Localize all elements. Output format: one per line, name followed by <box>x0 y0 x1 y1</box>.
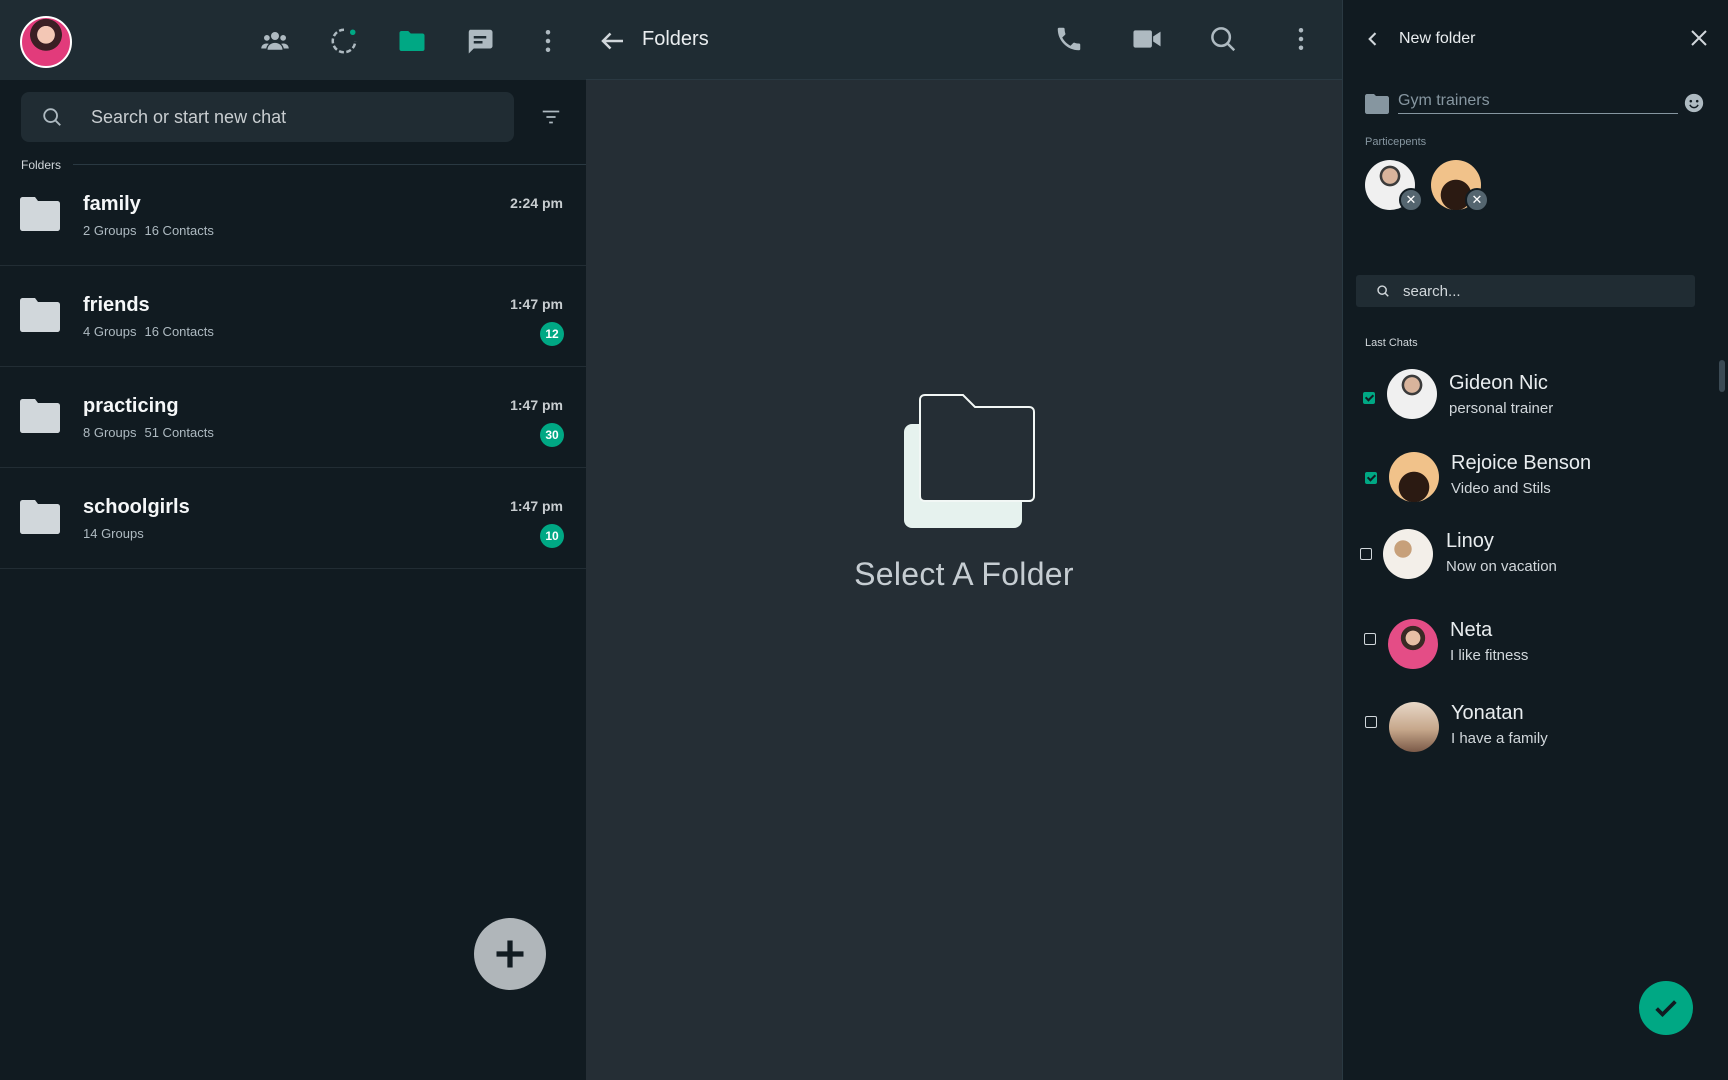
check-icon <box>1655 1000 1677 1018</box>
contact-search <box>1356 275 1695 307</box>
folder-time: 1:47 pm <box>510 498 563 514</box>
phone-icon[interactable] <box>1054 24 1084 54</box>
contact-search-input[interactable] <box>1403 275 1683 307</box>
menu-icon[interactable] <box>533 26 563 56</box>
add-folder-button[interactable] <box>474 918 546 990</box>
sidebar-header <box>0 0 586 80</box>
folder-name: schoolgirls <box>83 496 190 518</box>
contact-row[interactable]: Gideon Nic personal trainer <box>1343 364 1713 434</box>
folder-contacts: 16 Contacts <box>144 324 214 339</box>
page-title: Folders <box>642 28 709 50</box>
search-icon <box>41 106 63 128</box>
folder-icon <box>20 500 60 534</box>
chat-search <box>21 92 514 142</box>
status-icon[interactable] <box>329 26 359 56</box>
contact-name: Rejoice Benson <box>1451 452 1592 474</box>
unread-badge: 12 <box>540 322 564 346</box>
search-icon <box>1376 284 1390 298</box>
contact-row[interactable]: Rejoice Benson Video and Stils <box>1343 444 1713 514</box>
folder-contacts: 16 Contacts <box>144 223 214 238</box>
folder-groups: 14 Groups <box>83 526 144 541</box>
contact-checkbox[interactable] <box>1363 392 1375 404</box>
participant-chip: ✕ <box>1365 160 1423 212</box>
back-arrow-icon[interactable] <box>598 26 628 56</box>
folder-row[interactable]: schoolgirls 14 Groups 1:47 pm 10 <box>0 468 586 569</box>
empty-folder-icon <box>904 394 1044 530</box>
video-call-icon[interactable] <box>1131 24 1163 54</box>
folder-icon <box>20 298 60 332</box>
unread-badge: 30 <box>540 423 564 447</box>
folder-meta: 8 Groups 51 Contacts <box>83 425 214 440</box>
remove-participant-button[interactable]: ✕ <box>1399 188 1423 212</box>
contact-status: personal trainer <box>1449 400 1554 417</box>
folder-row[interactable]: practicing 8 Groups 51 Contacts 1:47 pm 3… <box>0 367 586 468</box>
folder-row[interactable]: friends 4 Groups 16 Contacts 1:47 pm 12 <box>0 266 586 367</box>
chevron-left-icon[interactable] <box>1363 28 1383 50</box>
folder-time: 2:24 pm <box>510 195 563 211</box>
folder-icon <box>20 399 60 433</box>
folder-icon <box>20 197 60 231</box>
emoji-icon[interactable] <box>1683 92 1705 114</box>
folder-meta: 2 Groups 16 Contacts <box>83 223 214 238</box>
avatar <box>1389 452 1439 502</box>
remove-participant-button[interactable]: ✕ <box>1465 188 1489 212</box>
folder-time: 1:47 pm <box>510 296 563 312</box>
chat-icon[interactable] <box>465 26 495 56</box>
contact-status: Now on vacation <box>1446 558 1557 575</box>
filter-icon[interactable] <box>540 106 562 128</box>
empty-state-text: Select A Folder <box>854 556 1074 592</box>
folders-sidebar: Folders family 2 Groups16 Contacts 2:24 … <box>0 0 586 1080</box>
menu-icon[interactable] <box>1286 24 1316 54</box>
contact-status: I have a family <box>1451 730 1548 747</box>
avatar <box>1389 702 1439 752</box>
folder-name: practicing <box>83 395 179 417</box>
folder-name: friends <box>83 294 150 316</box>
close-icon[interactable] <box>1687 26 1711 50</box>
avatar <box>1387 369 1437 419</box>
folder-meta: 4 Groups 16 Contacts <box>83 324 214 339</box>
folder-view: Folders Select A Folder <box>586 0 1342 1080</box>
contact-checkbox[interactable] <box>1364 633 1376 645</box>
unread-badge: 10 <box>540 524 564 548</box>
contact-row[interactable]: Yonatan I have a family <box>1343 692 1713 762</box>
contact-name: Gideon Nic <box>1449 372 1548 394</box>
contact-name: Linoy <box>1446 530 1494 552</box>
scrollbar[interactable] <box>1719 360 1725 392</box>
folder-icon <box>1365 94 1389 114</box>
contact-row[interactable]: Linoy Now on vacation <box>1343 522 1713 592</box>
folder-view-header: Folders <box>586 0 1342 80</box>
participants-label: Particepents <box>1365 136 1427 148</box>
contact-status: I like fitness <box>1450 647 1529 664</box>
search-icon[interactable] <box>1208 24 1238 54</box>
community-icon[interactable] <box>260 26 290 56</box>
contact-checkbox[interactable] <box>1365 716 1377 728</box>
participant-chip: ✕ <box>1431 160 1489 212</box>
folder-contacts: 51 Contacts <box>144 425 214 440</box>
folder-icon[interactable] <box>397 26 427 56</box>
contact-status: Video and Stils <box>1451 480 1551 497</box>
folder-groups: 8 Groups <box>83 425 137 440</box>
folder-meta: 14 Groups <box>83 526 152 541</box>
contact-name: Neta <box>1450 619 1493 641</box>
contact-name: Yonatan <box>1451 702 1524 724</box>
confirm-button[interactable] <box>1639 981 1693 1035</box>
contact-checkbox[interactable] <box>1365 472 1377 484</box>
new-folder-drawer: New folder Particepents ✕ ✕ Last Chats G… <box>1342 0 1728 1080</box>
contact-checkbox[interactable] <box>1360 548 1372 560</box>
profile-avatar[interactable] <box>20 16 72 68</box>
folder-groups: 4 Groups <box>83 324 137 339</box>
folder-name-input[interactable] <box>1398 88 1678 114</box>
folder-groups: 2 Groups <box>83 223 137 238</box>
folder-row[interactable]: family 2 Groups 16 Contacts 2:24 pm <box>0 165 586 266</box>
folder-time: 1:47 pm <box>510 397 563 413</box>
plus-icon <box>496 940 524 968</box>
avatar <box>1383 529 1433 579</box>
search-input[interactable] <box>91 92 491 142</box>
last-chats-label: Last Chats <box>1365 337 1418 349</box>
avatar <box>1388 619 1438 669</box>
contact-row[interactable]: Neta I like fitness <box>1343 609 1713 679</box>
folder-name: family <box>83 193 141 215</box>
drawer-title: New folder <box>1399 30 1476 47</box>
